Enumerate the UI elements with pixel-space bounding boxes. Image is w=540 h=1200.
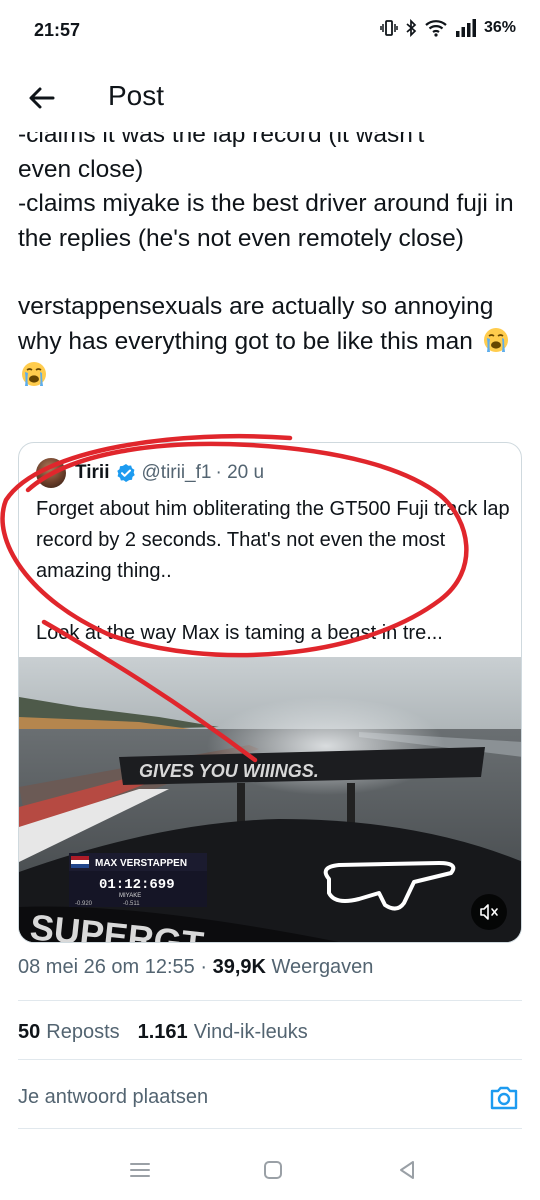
- wing-sponsor-text: GIVES YOU WIIINGS.: [139, 761, 319, 781]
- verified-badge-icon: [116, 464, 135, 482]
- wifi-icon: [425, 20, 447, 37]
- loudly-crying-face-emoji: [22, 362, 46, 386]
- quoted-post-video[interactable]: GIVES YOU WIIINGS. SUPERGT MAX VERSTAPPE…: [19, 657, 521, 942]
- post-meta: 08 mei 26 om 12:55 · 39,9K Weergaven: [18, 956, 373, 979]
- tweet-text-paragraph-2: verstappensexuals are actually so annoyi…: [18, 290, 523, 394]
- battery-percentage: 36%: [483, 19, 516, 36]
- speaker-mute-icon[interactable]: [471, 894, 507, 930]
- reply-bar: Je antwoord plaatsen: [0, 1074, 540, 1126]
- lap-time: 01:12:699: [99, 877, 175, 893]
- recent-apps-icon[interactable]: [126, 1156, 154, 1184]
- driver-name: MAX VERSTAPPEN: [95, 858, 187, 869]
- tweet-text-paragraph-1: even close) -claims miyake is the best d…: [18, 155, 514, 252]
- quoted-author-name[interactable]: Tirii: [75, 462, 110, 484]
- likes-count: 1.161: [137, 1021, 188, 1043]
- status-time: 21:57: [34, 20, 81, 40]
- video-frame: GIVES YOU WIIINGS. SUPERGT MAX VERSTAPPE…: [19, 657, 521, 942]
- views-count: 39,9K: [212, 956, 266, 978]
- engagement-stats: 50 Reposts 1.161 Vind-ik-leuks: [18, 1021, 308, 1044]
- triangle-back-icon[interactable]: [393, 1156, 421, 1184]
- header: Post: [0, 62, 540, 132]
- vibrate-icon: [380, 20, 398, 36]
- divider: [18, 1128, 522, 1129]
- divider: [18, 1000, 522, 1001]
- camera-icon[interactable]: [488, 1082, 520, 1114]
- likes-label: Vind-ik-leuks: [193, 1021, 308, 1043]
- home-icon[interactable]: [259, 1156, 287, 1184]
- reposts-stat[interactable]: 50 Reposts: [18, 1021, 120, 1044]
- divider: [18, 1059, 522, 1060]
- reply-input[interactable]: Je antwoord plaatsen: [18, 1086, 208, 1109]
- likes-stat[interactable]: 1.161 Vind-ik-leuks: [138, 1021, 308, 1044]
- signal-icon: [455, 19, 476, 37]
- bluetooth-icon: [406, 19, 417, 37]
- tweet-body: -claims it was the lap record (it wasn't…: [18, 118, 523, 394]
- status-icons: 36%: [380, 19, 516, 37]
- tweet-text-2: verstappensexuals are actually so annoyi…: [18, 293, 494, 355]
- rival-label: MIYAKE: [119, 893, 141, 899]
- quoted-post-header: Tirii @tirii_f1 · 20 u: [36, 458, 265, 488]
- status-bar: 21:57 36%: [0, 0, 540, 62]
- quoted-post-text: Forget about him obliterating the GT500 …: [36, 498, 510, 644]
- reposts-count: 50: [18, 1021, 41, 1043]
- views-label: Weergaven: [271, 956, 374, 978]
- meta-separator: ·: [200, 956, 208, 978]
- delta-1: -0.920: [75, 901, 93, 907]
- reposts-label: Reposts: [46, 1021, 120, 1043]
- quoted-post-card[interactable]: Tirii @tirii_f1 · 20 u Forget about him …: [18, 442, 522, 943]
- delta-2: -0.511: [123, 901, 140, 907]
- page-title: Post: [108, 80, 165, 111]
- quoted-author-handle: @tirii_f1: [141, 462, 212, 483]
- avatar[interactable]: [36, 458, 66, 488]
- post-date: 08 mei 26 om 12:55: [18, 956, 195, 978]
- system-nav-bar: [0, 1140, 540, 1200]
- arrow-left-icon[interactable]: [22, 78, 62, 118]
- loudly-crying-face-emoji: [483, 327, 508, 352]
- quoted-post-time: · 20 u: [215, 462, 265, 483]
